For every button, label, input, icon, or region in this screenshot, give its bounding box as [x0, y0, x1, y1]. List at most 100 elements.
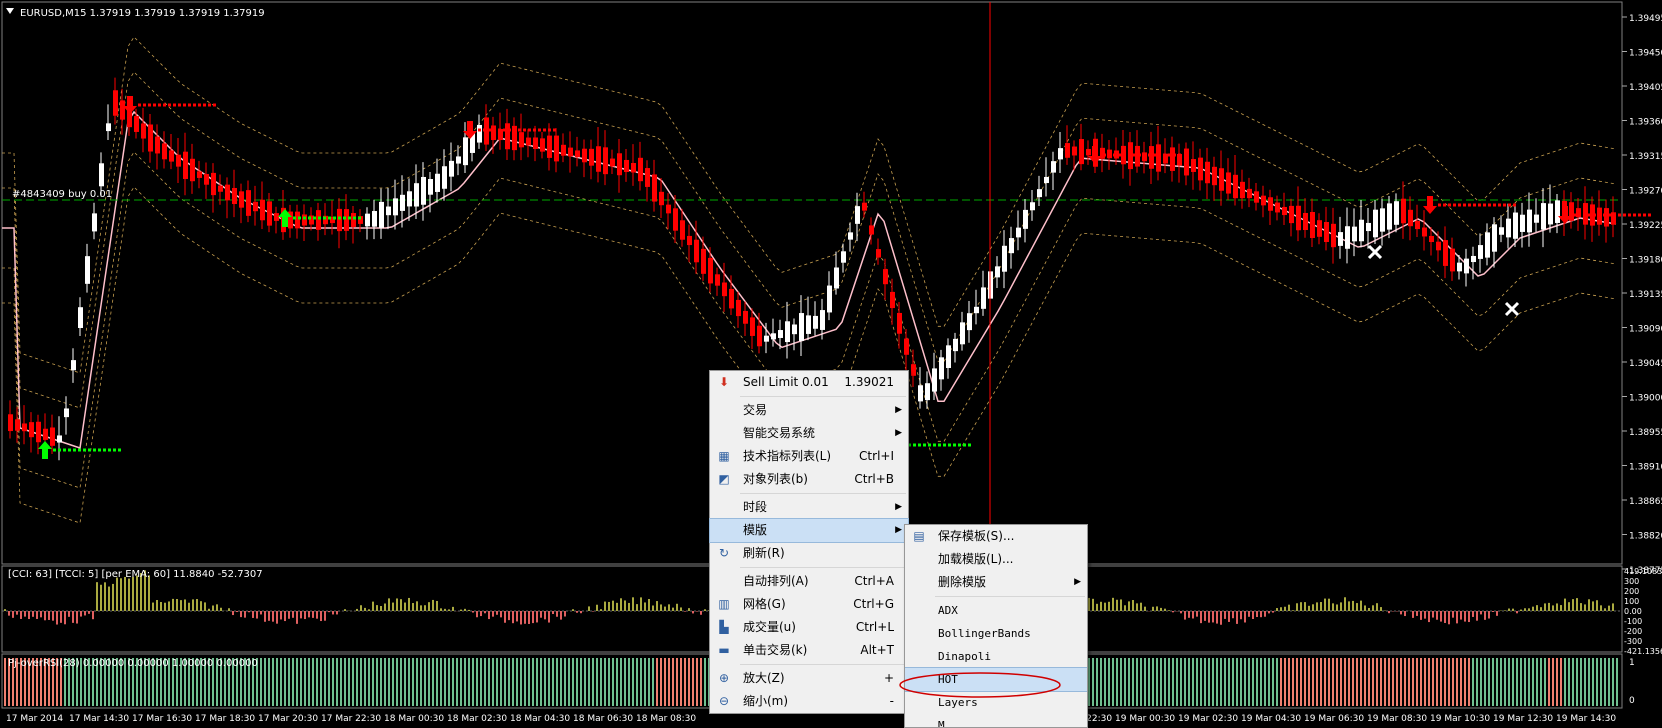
- candle-body: [876, 249, 881, 258]
- sub-item[interactable]: Dinapoli: [905, 645, 1087, 668]
- candle-body: [645, 168, 650, 187]
- candle-body: [1044, 176, 1049, 184]
- candle-body: [1387, 203, 1392, 230]
- sub-item[interactable]: 加载模版(L)...: [905, 548, 1087, 571]
- menu-item-shortcut: Ctrl+A: [854, 574, 894, 588]
- rsi-label: Pj-overRSI(28) 0.00000 0.00000 1.00000 0…: [8, 658, 258, 669]
- candle-body: [1303, 212, 1308, 231]
- candle-body: [197, 171, 202, 178]
- candle-body: [1282, 206, 1287, 216]
- candle-body: [1037, 189, 1042, 198]
- candle-body: [953, 338, 958, 352]
- candle-body: [183, 151, 188, 179]
- price-tick-label: 1.39180: [1629, 256, 1662, 266]
- refresh-icon: ↻: [718, 546, 730, 560]
- candle-body: [1009, 238, 1014, 254]
- ctx-item[interactable]: ▦ 技术指标列表(L) Ctrl+I: [710, 445, 908, 468]
- candle-body: [1310, 211, 1315, 239]
- candle-body: [190, 158, 195, 182]
- ctx-item[interactable]: ▙ 成交量(u) Ctrl+L: [710, 616, 908, 639]
- candle-body: [302, 214, 307, 226]
- candle-body: [743, 310, 748, 324]
- candle-body: [1394, 201, 1399, 225]
- sub-item[interactable]: BollingerBands: [905, 622, 1087, 645]
- ctx-item[interactable]: ▬ 单击交易(k) Alt+T: [710, 639, 908, 662]
- candle-body: [820, 310, 825, 330]
- candle-body: [1513, 212, 1518, 239]
- menu-item-shortcut: 1.39021: [844, 375, 894, 389]
- time-tick-label: 19 Mar 06:30: [1304, 714, 1364, 724]
- ctx-item[interactable]: ▥ 网格(G) Ctrl+G: [710, 593, 908, 616]
- candle-body: [680, 220, 685, 240]
- candle-body: [547, 135, 552, 158]
- candle-body: [806, 315, 811, 334]
- time-tick-label: 18 Mar 02:30: [447, 714, 507, 724]
- candle-body: [1233, 174, 1238, 199]
- time-tick-label: 18 Mar 08:30: [636, 714, 696, 724]
- candle-body: [1499, 227, 1504, 235]
- ctx-item[interactable]: 智能交易系统 ▶: [710, 422, 908, 445]
- ctx-item[interactable]: 时段 ▶: [710, 496, 908, 519]
- candle-body: [736, 299, 741, 317]
- candle-body: [1051, 161, 1056, 173]
- candle-body: [799, 313, 804, 341]
- candle-body: [1541, 203, 1546, 230]
- menu-separator: [740, 493, 906, 494]
- object-list-icon: ◩: [718, 472, 730, 486]
- candle-body: [1030, 202, 1035, 211]
- time-tick-label: 18 Mar 00:30: [384, 714, 444, 724]
- ctx-item[interactable]: ↻ 刷新(R): [710, 542, 908, 565]
- time-tick-label: 19 Mar 14:30: [1556, 714, 1616, 724]
- sell-arrow-icon: [1423, 196, 1437, 214]
- candle-body: [15, 419, 20, 431]
- indicator-list-icon: ▦: [718, 449, 730, 463]
- ctx-item[interactable]: 交易 ▶: [710, 399, 908, 422]
- menu-item-label: BollingerBands: [938, 627, 1031, 640]
- sub-item[interactable]: ADX: [905, 599, 1087, 622]
- candle-body: [148, 124, 153, 152]
- ctx-item[interactable]: ⊖ 缩小(m) -: [710, 690, 908, 713]
- time-tick-label: 19 Mar 02:30: [1178, 714, 1238, 724]
- candle-body: [617, 153, 622, 176]
- candle-body: [232, 187, 237, 205]
- candle-body: [1506, 218, 1511, 238]
- price-tick-label: 1.39135: [1629, 290, 1662, 300]
- ctx-item[interactable]: ⊕ 放大(Z) +: [710, 667, 908, 690]
- candle-body: [463, 137, 468, 166]
- candle-body: [505, 123, 510, 150]
- menu-item-label: 删除模版: [938, 575, 987, 589]
- ctx-item[interactable]: 模版 ▶: [709, 518, 909, 543]
- candle-body: [694, 239, 699, 263]
- candle-body: [834, 267, 839, 289]
- candle-body: [267, 201, 272, 226]
- candle-body: [1268, 197, 1273, 211]
- ctx-item[interactable]: 自动排列(A) Ctrl+A: [710, 570, 908, 593]
- context-menu[interactable]: ⬇ Sell Limit 0.01 1.39021 交易 ▶ 智能交易系统 ▶ ▦ 技术指标列表…: [709, 370, 909, 714]
- candle-body: [582, 148, 587, 163]
- sub-item[interactable]: 删除模版 ▶: [905, 571, 1087, 594]
- sub-item[interactable]: ▤ 保存模板(S)...: [905, 525, 1087, 548]
- ctx-item[interactable]: ⬇ Sell Limit 0.01 1.39021: [710, 371, 908, 394]
- candle-body: [1065, 143, 1070, 158]
- candle-body: [1296, 205, 1301, 231]
- candle-body: [1023, 209, 1028, 229]
- candle-body: [246, 190, 251, 216]
- candle-body: [519, 132, 524, 148]
- menu-item-shortcut: Ctrl+L: [855, 620, 894, 634]
- candle-body: [932, 368, 937, 392]
- candle-body: [540, 138, 545, 152]
- candle-body: [449, 160, 454, 177]
- candle-body: [1331, 223, 1336, 248]
- candle-body: [169, 150, 174, 162]
- candle-body: [414, 183, 419, 207]
- candle-body: [1156, 144, 1161, 172]
- candle-body: [1016, 227, 1021, 238]
- candle-body: [106, 123, 111, 132]
- candle-body: [1149, 146, 1154, 169]
- candle-body: [1086, 148, 1091, 156]
- menu-item-label: 对象列表(b): [743, 472, 808, 486]
- candle-body: [722, 282, 727, 297]
- ctx-item[interactable]: ◩ 对象列表(b) Ctrl+B: [710, 468, 908, 491]
- menu-item-label: 加载模版(L)...: [938, 552, 1014, 566]
- candle-body: [1247, 188, 1252, 199]
